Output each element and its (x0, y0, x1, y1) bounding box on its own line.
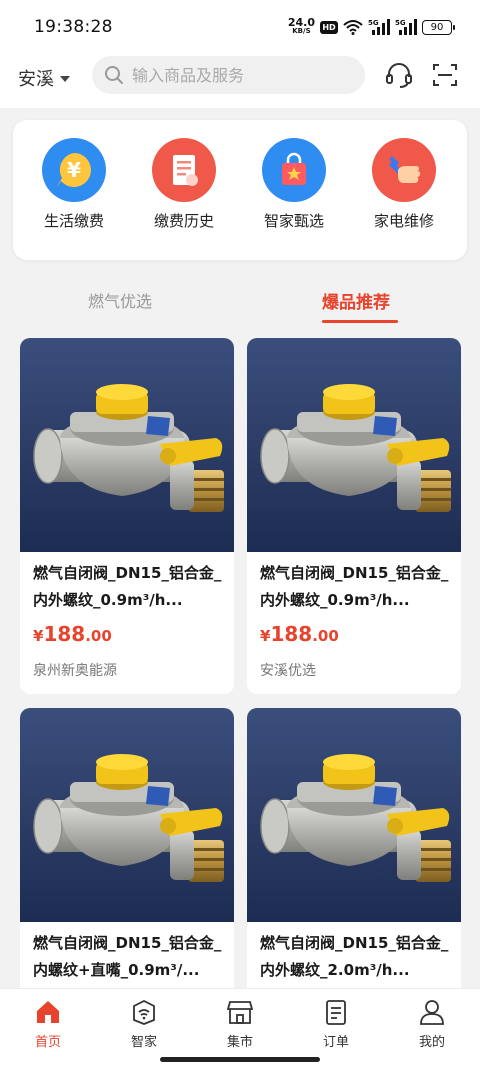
nav-label: 我的 (418, 1035, 445, 1050)
product-image (247, 708, 461, 922)
battery-icon: 90 (422, 19, 455, 35)
yen-bubble-icon: ¥ (42, 138, 106, 202)
hd-icon: HD (320, 20, 338, 34)
customer-service-button[interactable] (382, 58, 416, 92)
quick-item-payment-history[interactable]: 缴费历史 (129, 138, 239, 231)
quick-item-label: 缴费历史 (153, 212, 214, 230)
search-box[interactable] (92, 56, 365, 94)
store-icon (225, 997, 255, 1027)
quick-item-label: 智家甄选 (263, 212, 324, 230)
price-decimal: .00 (312, 627, 339, 645)
quick-access-card: ¥ 生活缴费 缴费历史 智家甄选 家电维修 (13, 120, 467, 260)
product-image (20, 708, 234, 922)
wifi-icon (343, 20, 363, 35)
network-speed-value: 24.0 (287, 16, 315, 29)
product-card[interactable]: 燃气自闭阀_DN15_铝合金_内螺纹+直嘴_0.9m³/... (20, 708, 234, 1008)
product-seller: 安溪优选 (260, 663, 316, 679)
scan-button[interactable] (428, 58, 462, 92)
caret-down-icon (60, 76, 70, 82)
home-indicator[interactable] (160, 1057, 320, 1062)
product-price: ¥188.00 (33, 622, 112, 646)
quick-item-label: 家电维修 (373, 212, 434, 230)
signal-5g-icon: 5G (395, 19, 417, 35)
category-tabs: 燃气优选 爆品推荐 (0, 270, 480, 330)
product-card[interactable]: 燃气自闭阀_DN15_铝合金_内外螺纹_2.0m³/h... (247, 708, 461, 1008)
city-label: 安溪 (18, 69, 54, 90)
headset-icon (386, 63, 412, 88)
price-symbol: ¥ (260, 627, 271, 645)
nav-orders[interactable]: 订单 (288, 997, 384, 1050)
tab-hot-recommendations[interactable]: 爆品推荐 (322, 288, 390, 313)
nav-label: 集市 (226, 1035, 253, 1050)
product-title: 燃气自闭阀_DN15_铝合金_内外螺纹_0.9m³/h... (33, 564, 222, 609)
tab-gas-selection[interactable]: 燃气优选 (88, 288, 152, 312)
nav-market[interactable]: 集市 (192, 997, 288, 1050)
nav-profile[interactable]: 我的 (384, 997, 480, 1050)
order-icon (321, 997, 351, 1027)
nav-smart-home[interactable]: 智家 (96, 997, 192, 1050)
smart-home-icon (129, 997, 159, 1027)
price-integer: 188 (270, 622, 313, 646)
product-seller: 泉州新奥能源 (33, 663, 117, 679)
search-input[interactable] (132, 65, 352, 85)
nav-home[interactable]: 首页 (0, 997, 96, 1050)
quick-item-life-payment[interactable]: ¥ 生活缴费 (19, 138, 129, 231)
city-selector[interactable]: 安溪 (18, 65, 70, 91)
product-image (247, 338, 461, 552)
quick-item-smart-home-selection[interactable]: 智家甄选 (239, 138, 349, 231)
scan-icon (433, 64, 457, 86)
price-symbol: ¥ (33, 627, 44, 645)
network-speed-unit: KB/S (292, 27, 311, 35)
status-time: 19:38:28 (34, 17, 113, 37)
product-title: 燃气自闭阀_DN15_铝合金_内外螺纹_0.9m³/h... (260, 564, 449, 609)
product-title: 燃气自闭阀_DN15_铝合金_内外螺纹_2.0m³/h... (260, 934, 449, 979)
product-image (20, 338, 234, 552)
product-card[interactable]: 燃气自闭阀_DN15_铝合金_内外螺纹_0.9m³/h... ¥188.00 安… (247, 338, 461, 694)
quick-item-appliance-repair[interactable]: 家电维修 (349, 138, 459, 231)
home-icon (33, 997, 63, 1027)
product-card[interactable]: 燃气自闭阀_DN15_铝合金_内外螺纹_0.9m³/h... ¥188.00 泉… (20, 338, 234, 694)
quick-item-label: 生活缴费 (43, 212, 104, 230)
shopping-bag-icon (262, 138, 326, 202)
price-integer: 188 (43, 622, 86, 646)
wrench-hand-icon (372, 138, 436, 202)
product-title: 燃气自闭阀_DN15_铝合金_内螺纹+直嘴_0.9m³/... (33, 934, 222, 979)
nav-label: 首页 (34, 1035, 61, 1050)
nav-label: 订单 (322, 1035, 349, 1050)
receipt-icon (152, 138, 216, 202)
price-decimal: .00 (85, 627, 112, 645)
signal-5g-icon: 5G (368, 19, 390, 35)
svg-text:5G: 5G (368, 19, 379, 27)
header: 安溪 (0, 52, 480, 108)
svg-text:¥: ¥ (67, 158, 81, 182)
status-icons: 24.0 KB/S HD 5G 5G 90 (287, 16, 455, 38)
product-price: ¥188.00 (260, 622, 339, 646)
search-icon (105, 66, 123, 84)
active-tab-indicator (322, 320, 398, 323)
svg-text:5G: 5G (395, 19, 406, 27)
nav-label: 智家 (130, 1035, 157, 1050)
profile-icon (417, 997, 447, 1027)
network-speed: 24.0 KB/S (287, 16, 315, 36)
status-bar: 19:38:28 24.0 KB/S HD 5G 5G 90 (0, 0, 480, 52)
